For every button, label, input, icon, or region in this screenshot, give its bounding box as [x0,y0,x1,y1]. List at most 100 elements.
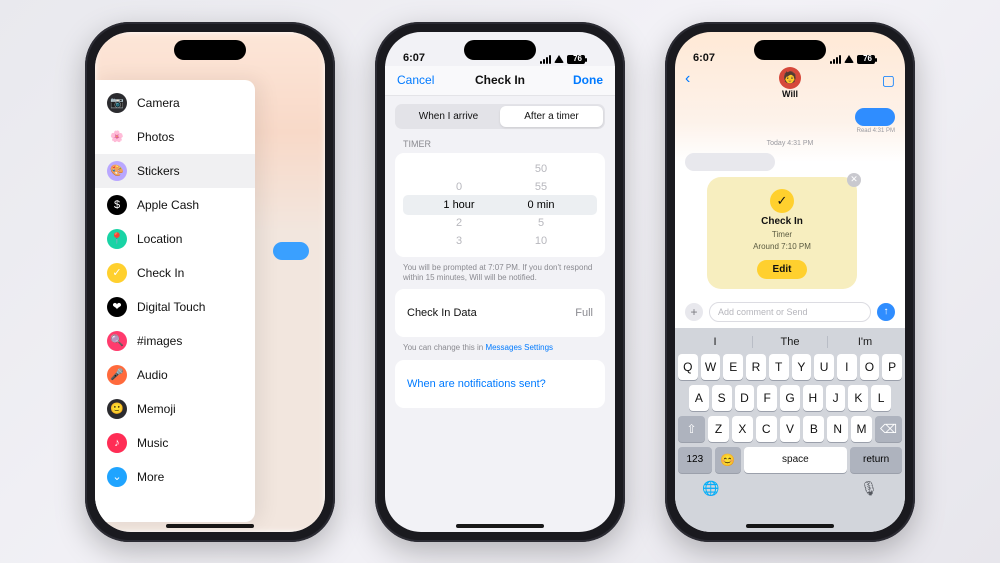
key-x[interactable]: X [732,416,753,442]
send-button[interactable]: ↑ [877,303,895,321]
checkin-data-row[interactable]: Check In Data Full [395,297,605,329]
dynamic-island [174,40,246,60]
key-f[interactable]: F [757,385,777,411]
app-row-memoji[interactable]: 🙂 Memoji [95,392,255,426]
notifications-link[interactable]: When are notifications sent? [395,368,605,400]
app-label: Stickers [137,164,180,178]
app-label: Memoji [137,402,176,416]
app-icon: 🔍 [107,331,127,351]
suggestion[interactable]: The [752,336,827,348]
key-j[interactable]: J [826,385,846,411]
globe-icon[interactable]: 🌐 [702,480,719,497]
suggestion[interactable]: I'm [827,336,902,348]
app-row-location[interactable]: 📍Location [95,222,255,256]
key-n[interactable]: N [827,416,848,442]
cancel-button[interactable]: Cancel [397,73,434,87]
suggestion[interactable]: I [678,336,752,348]
app-row-audio[interactable]: 🎤Audio [95,358,255,392]
mode-segmented[interactable]: When I arrive After a timer [395,104,605,129]
space-key[interactable]: space [744,447,848,473]
app-row-photos[interactable]: 🌸Photos [95,120,255,154]
avatar[interactable]: 🧑 [779,67,801,89]
key-p[interactable]: P [882,354,902,380]
key-s[interactable]: S [712,385,732,411]
segment-arrive[interactable]: When I arrive [397,106,500,127]
done-button[interactable]: Done [573,73,603,87]
close-icon[interactable]: ✕ [847,173,861,187]
backspace-key[interactable]: ⌫ [875,416,902,442]
key-z[interactable]: Z [708,416,729,442]
signal-icon [540,55,551,64]
app-row-more[interactable]: ⌄More [95,460,255,494]
app-icon: 🙂 [107,399,127,419]
timer-picker[interactable]: 01 hour2350550 min510 [395,161,605,249]
key-h[interactable]: H [803,385,823,411]
key-i[interactable]: I [837,354,857,380]
home-indicator[interactable] [456,524,544,528]
app-row-images[interactable]: 🔍 #images [95,324,255,358]
app-row-music[interactable]: ♪ Music [95,426,255,460]
back-button[interactable]: ‹ [685,70,690,88]
row-label: Check In Data [407,307,477,319]
app-row-checkin[interactable]: ✓Check In [95,256,255,290]
key-k[interactable]: K [848,385,868,411]
app-icon: ✓ [107,263,127,283]
facetime-icon[interactable]: ▢ [882,72,895,89]
app-row-digitaltouch[interactable]: ❤Digital Touch [95,290,255,324]
key-a[interactable]: A [689,385,709,411]
shift-key[interactable]: ⇧ [678,416,705,442]
edit-button[interactable]: Edit [757,260,808,279]
key-e[interactable]: E [723,354,743,380]
home-indicator[interactable] [166,524,254,528]
app-icon: ♪ [107,433,127,453]
notif-card: When are notifications sent? [395,360,605,408]
app-row-stickers[interactable]: 🎨 Stickers [95,154,255,188]
key-v[interactable]: V [780,416,801,442]
app-label: Audio [137,368,168,382]
home-indicator[interactable] [746,524,834,528]
key-r[interactable]: R [746,354,766,380]
numeric-key[interactable]: 123 [678,447,712,473]
key-w[interactable]: W [701,354,721,380]
segment-timer[interactable]: After a timer [500,106,603,127]
message-bubble [273,242,309,260]
nav-bar: Cancel Check In Done [385,66,615,96]
key-o[interactable]: O [860,354,880,380]
key-d[interactable]: D [735,385,755,411]
data-card: Check In Data Full [395,289,605,337]
timer-label: TIMER [403,139,615,149]
return-key[interactable]: return [850,447,902,473]
contact-name[interactable]: Will [782,89,798,99]
key-g[interactable]: G [780,385,800,411]
app-label: #images [137,334,182,348]
app-label: Apple Cash [137,198,199,212]
app-icon: 🎨 [107,161,127,181]
dynamic-island [754,40,826,60]
compose-input[interactable]: Add comment or Send [709,302,871,322]
mic-icon[interactable]: 🎙 [860,480,878,497]
sent-bubble [855,108,895,126]
app-label: Photos [137,130,174,144]
app-row-applecash[interactable]: $Apple Cash [95,188,255,222]
key-l[interactable]: L [871,385,891,411]
key-y[interactable]: Y [792,354,812,380]
prompt-hint: You will be prompted at 7:07 PM. If you … [403,263,597,284]
card-line2: Around 7:10 PM [753,242,811,251]
app-label: Music [137,436,168,450]
app-drawer: 📷Camera🌸Photos 🎨 Stickers $Apple Cash📍Locat… [95,80,255,522]
emoji-key[interactable]: 😊 [715,447,741,473]
key-c[interactable]: C [756,416,777,442]
key-q[interactable]: Q [678,354,698,380]
app-row-camera[interactable]: 📷Camera [95,86,255,120]
key-t[interactable]: T [769,354,789,380]
card-title: Check In [761,216,803,227]
chat-body: Read 4:31 PM Today 4:31 PM ✕ ✓ Check In … [675,100,905,293]
app-icon: 📷 [107,93,127,113]
key-u[interactable]: U [814,354,834,380]
messages-settings-link[interactable]: Messages Settings [485,343,553,352]
key-b[interactable]: B [803,416,824,442]
key-m[interactable]: M [851,416,872,442]
plus-button[interactable]: + [685,303,703,321]
received-bubble [685,153,775,171]
settings-hint: You can change this in Messages Settings [403,343,597,353]
